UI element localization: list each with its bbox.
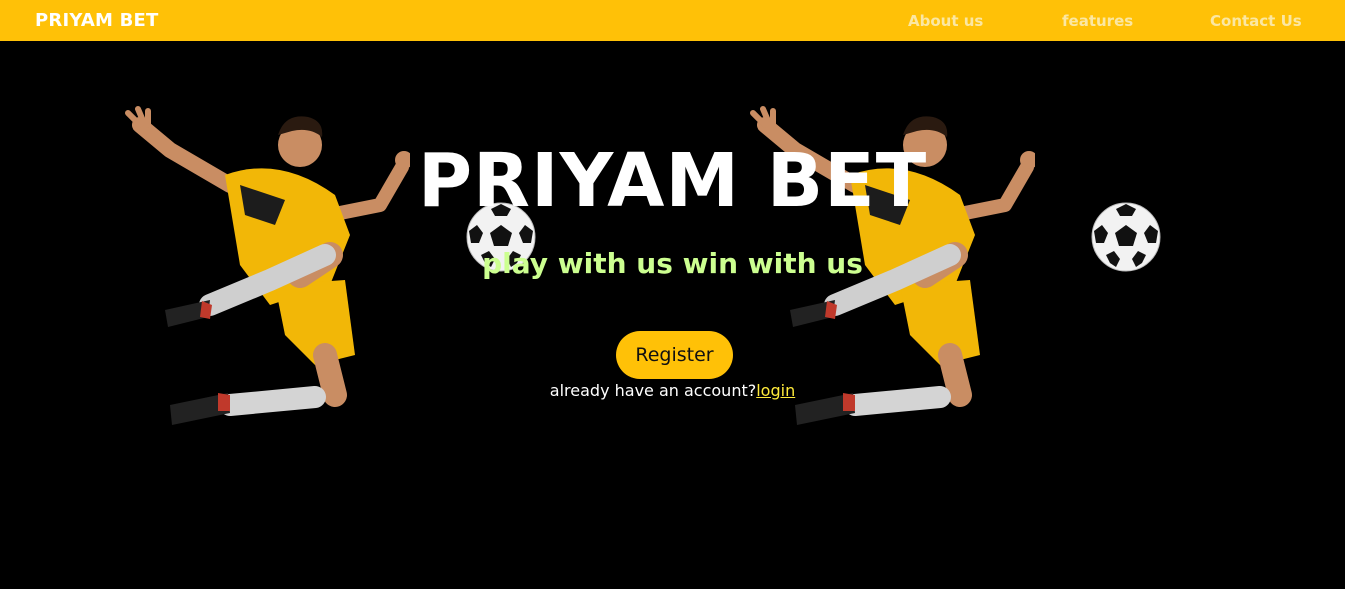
login-prompt-line: already have an account?login bbox=[0, 380, 1345, 402]
nav-link-about-us[interactable]: About us bbox=[908, 11, 983, 31]
hero-section: PRIYAM BET play with us win with us Regi… bbox=[0, 41, 1345, 589]
nav-link-contact-us[interactable]: Contact Us bbox=[1210, 11, 1302, 31]
nav-link-features[interactable]: features bbox=[1062, 11, 1133, 31]
login-link[interactable]: login bbox=[756, 381, 795, 400]
brand-logo-link[interactable]: PRIYAM BET bbox=[35, 10, 158, 32]
top-navbar: PRIYAM BET About us features Contact Us bbox=[0, 0, 1345, 41]
hero-tagline: play with us win with us bbox=[482, 247, 863, 280]
login-prompt-text: already have an account? bbox=[549, 381, 757, 400]
hero-title: PRIYAM BET bbox=[417, 138, 928, 224]
register-button[interactable]: Register bbox=[616, 331, 733, 379]
